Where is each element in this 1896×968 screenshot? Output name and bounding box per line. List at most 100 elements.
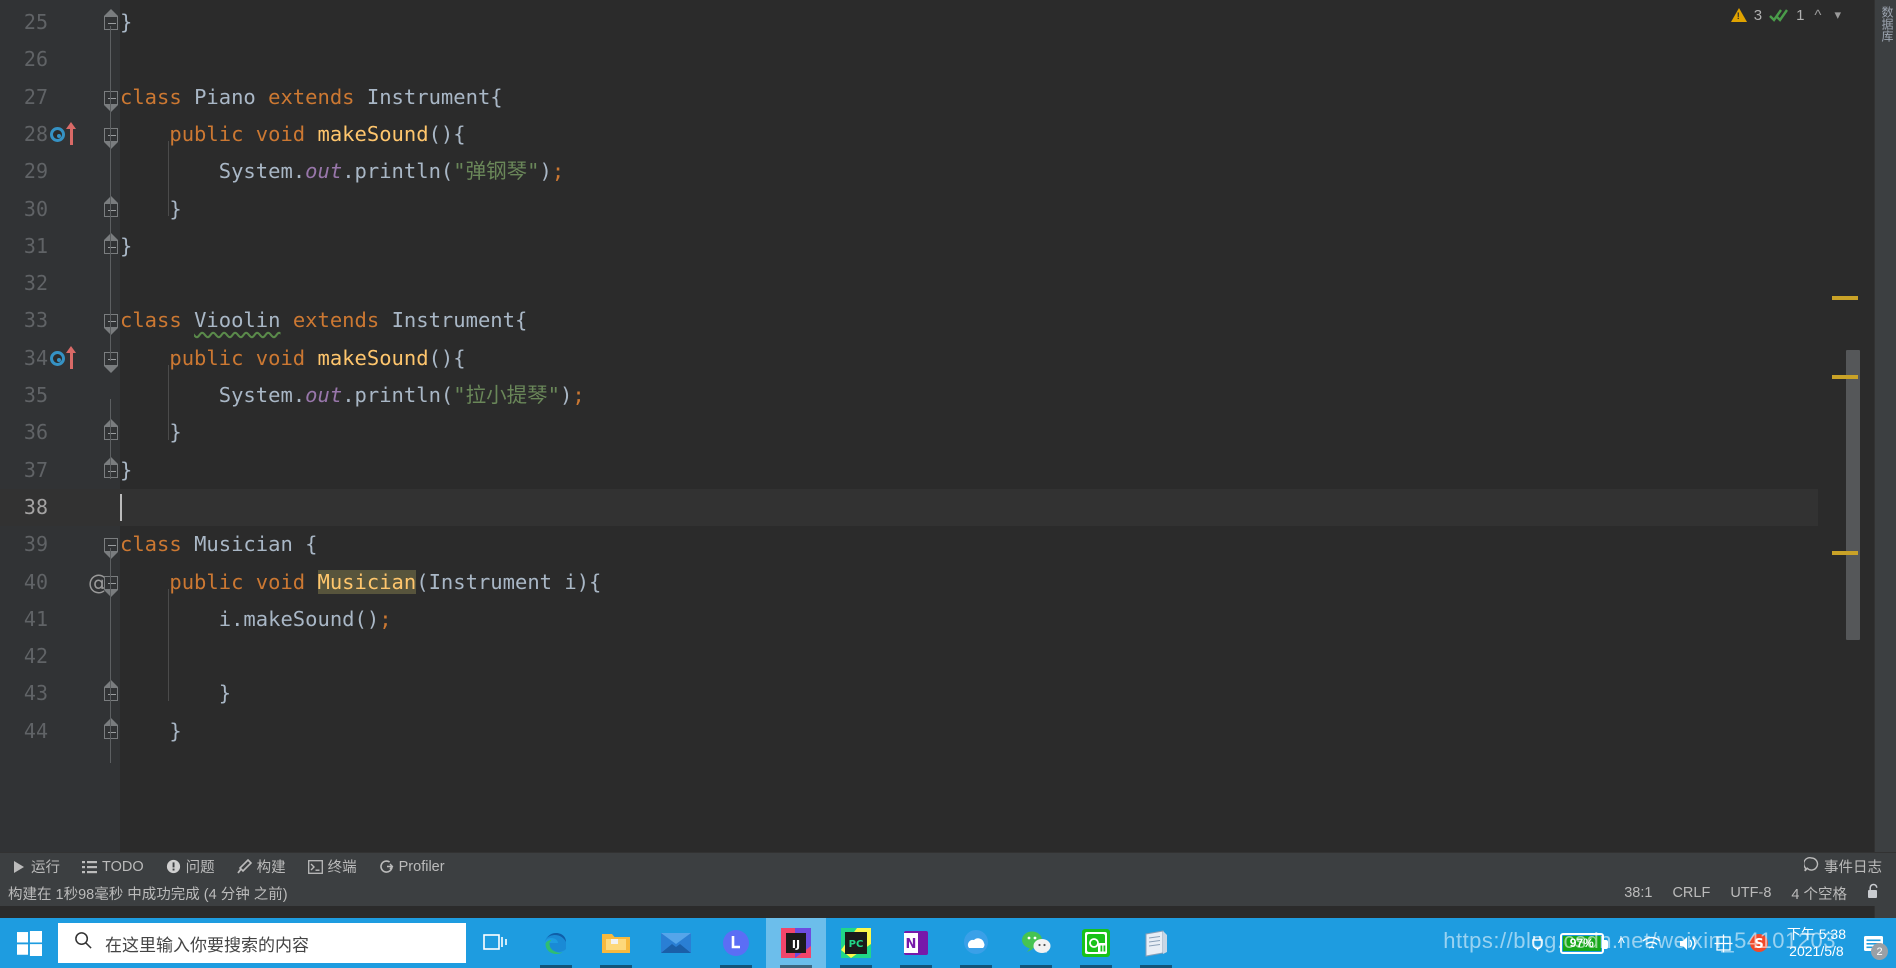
- code-text[interactable]: }: [120, 675, 1874, 712]
- tool-window-problems[interactable]: 问题: [155, 853, 226, 881]
- code-fold-toggle[interactable]: [104, 90, 118, 112]
- line-number[interactable]: 44: [0, 713, 48, 750]
- event-log-button[interactable]: 事件日志: [1796, 856, 1896, 877]
- code-line[interactable]: 38: [0, 488, 1874, 527]
- code-text[interactable]: public void makeSound(){: [120, 116, 1874, 153]
- battery-indicator[interactable]: 97%: [1554, 932, 1610, 954]
- code-text[interactable]: }: [120, 414, 1874, 451]
- line-number[interactable]: 40: [0, 564, 48, 601]
- code-text[interactable]: public void makeSound(){: [120, 340, 1874, 377]
- line-number[interactable]: 41: [0, 601, 48, 638]
- code-editor[interactable]: 25} 26 27 class Piano extends Instrument{28…: [0, 0, 1874, 862]
- code-line[interactable]: 44 }: [0, 713, 1874, 750]
- line-number[interactable]: 32: [0, 265, 48, 302]
- pycharm-icon[interactable]: PC: [826, 918, 886, 968]
- wechat-icon[interactable]: [1006, 918, 1066, 968]
- warning-stripe-marker[interactable]: [1832, 375, 1858, 379]
- code-line[interactable]: 32: [0, 265, 1874, 302]
- warning-stripe-marker[interactable]: [1832, 551, 1858, 555]
- right-tool-strip[interactable]: 数据库: [1874, 0, 1896, 918]
- code-text[interactable]: class Vioolin extends Instrument{: [120, 302, 1874, 339]
- code-line[interactable]: 28 public void makeSound(){: [0, 116, 1874, 153]
- file-explorer-icon[interactable]: [586, 918, 646, 968]
- code-line[interactable]: 27 class Piano extends Instrument{: [0, 79, 1874, 116]
- code-fold-toggle[interactable]: [104, 456, 118, 478]
- code-line[interactable]: 37}: [0, 452, 1874, 489]
- line-number[interactable]: 28: [0, 116, 48, 153]
- code-text[interactable]: }: [120, 191, 1874, 228]
- code-text[interactable]: class Musician {: [120, 526, 1874, 563]
- file-encoding[interactable]: UTF-8: [1720, 885, 1781, 901]
- code-line[interactable]: 36 }: [0, 414, 1874, 451]
- implementing-method-icon[interactable]: [50, 350, 65, 366]
- code-fold-toggle[interactable]: [104, 717, 118, 739]
- code-line[interactable]: 35 System.out.println("拉小提琴");: [0, 377, 1874, 414]
- code-line[interactable]: 33 class Vioolin extends Instrument{: [0, 302, 1874, 339]
- code-fold-toggle[interactable]: [104, 538, 118, 560]
- clock[interactable]: 下午 5:38 2021/5/8: [1777, 926, 1856, 961]
- inspection-widget[interactable]: 3 1 ^ ▾: [1723, 0, 1852, 30]
- warning-stripe-marker[interactable]: [1832, 296, 1858, 300]
- wifi-icon[interactable]: [1633, 935, 1670, 952]
- indent-setting[interactable]: 4 个空格: [1781, 883, 1857, 904]
- error-stripe-marker-track[interactable]: [1818, 0, 1874, 862]
- system-tray[interactable]: 97% ^ S 下午 5:38 2021/5/8 2: [1523, 918, 1896, 968]
- line-number[interactable]: 43: [0, 675, 48, 712]
- line-number[interactable]: 37: [0, 452, 48, 489]
- code-text[interactable]: }: [120, 713, 1874, 750]
- code-line[interactable]: 43 }: [0, 675, 1874, 712]
- code-fold-toggle[interactable]: [104, 419, 118, 441]
- search-input[interactable]: 在这里输入你要搜索的内容: [58, 923, 466, 963]
- code-fold-toggle[interactable]: [104, 127, 118, 149]
- code-line[interactable]: 34 public void makeSound(){: [0, 340, 1874, 377]
- chevron-up-icon[interactable]: ^: [1811, 7, 1824, 24]
- intellij-idea-icon[interactable]: IJ: [766, 918, 826, 968]
- code-line[interactable]: 25}: [0, 4, 1874, 41]
- tool-window-todo[interactable]: TODO: [71, 853, 155, 881]
- line-number[interactable]: 30: [0, 191, 48, 228]
- code-text[interactable]: i.makeSound();: [120, 601, 1874, 638]
- code-text[interactable]: }: [120, 452, 1874, 489]
- code-line[interactable]: 31}: [0, 228, 1874, 265]
- code-text[interactable]: System.out.println("弹钢琴");: [120, 153, 1874, 190]
- line-number[interactable]: 25: [0, 4, 48, 41]
- notepad-icon[interactable]: [1126, 918, 1186, 968]
- lark-icon[interactable]: [706, 918, 766, 968]
- mail-icon[interactable]: [646, 918, 706, 968]
- sogou-pinyin-icon[interactable]: S: [1741, 933, 1777, 953]
- tool-window-profiler[interactable]: Profiler: [368, 853, 456, 881]
- editor-scrollbar-thumb[interactable]: [1846, 350, 1860, 640]
- tool-window-run[interactable]: 运行: [0, 853, 71, 881]
- windows-logo-icon[interactable]: [0, 918, 58, 968]
- line-number[interactable]: 34: [0, 340, 48, 377]
- code-line[interactable]: 26: [0, 41, 1874, 78]
- code-fold-toggle[interactable]: [104, 575, 118, 597]
- line-number[interactable]: 35: [0, 377, 48, 414]
- line-number[interactable]: 39: [0, 526, 48, 563]
- tool-window-bar[interactable]: 运行 TODO 问题 构建 终端 Profiler 事件日志: [0, 852, 1896, 880]
- code-fold-toggle[interactable]: [104, 680, 118, 702]
- line-number[interactable]: 33: [0, 302, 48, 339]
- chevron-up-icon[interactable]: ^: [1610, 935, 1633, 952]
- line-number[interactable]: 31: [0, 228, 48, 265]
- code-fold-toggle[interactable]: [104, 314, 118, 336]
- line-number[interactable]: 26: [0, 41, 48, 78]
- code-line[interactable]: 42: [0, 638, 1874, 675]
- line-number[interactable]: 36: [0, 414, 48, 451]
- green-app-icon[interactable]: [1066, 918, 1126, 968]
- code-line[interactable]: 40 public void Musician(Instrument i){: [0, 564, 1874, 601]
- code-text[interactable]: public void Musician(Instrument i){: [120, 564, 1874, 601]
- code-text[interactable]: }: [120, 228, 1874, 265]
- code-line[interactable]: 39 class Musician {: [0, 526, 1874, 563]
- right-strip-label[interactable]: 数据库: [1879, 6, 1896, 42]
- code-fold-toggle[interactable]: [104, 232, 118, 254]
- code-fold-toggle[interactable]: [104, 351, 118, 373]
- code-text[interactable]: class Piano extends Instrument{: [120, 79, 1874, 116]
- line-number[interactable]: 38: [0, 489, 48, 526]
- line-separator[interactable]: CRLF: [1662, 885, 1720, 901]
- tool-window-terminal[interactable]: 终端: [297, 853, 368, 881]
- cloud-app-icon[interactable]: [946, 918, 1006, 968]
- tool-window-build[interactable]: 构建: [226, 853, 297, 881]
- caret-position[interactable]: 38:1: [1614, 885, 1662, 901]
- battery-plugged-icon[interactable]: [1523, 935, 1554, 951]
